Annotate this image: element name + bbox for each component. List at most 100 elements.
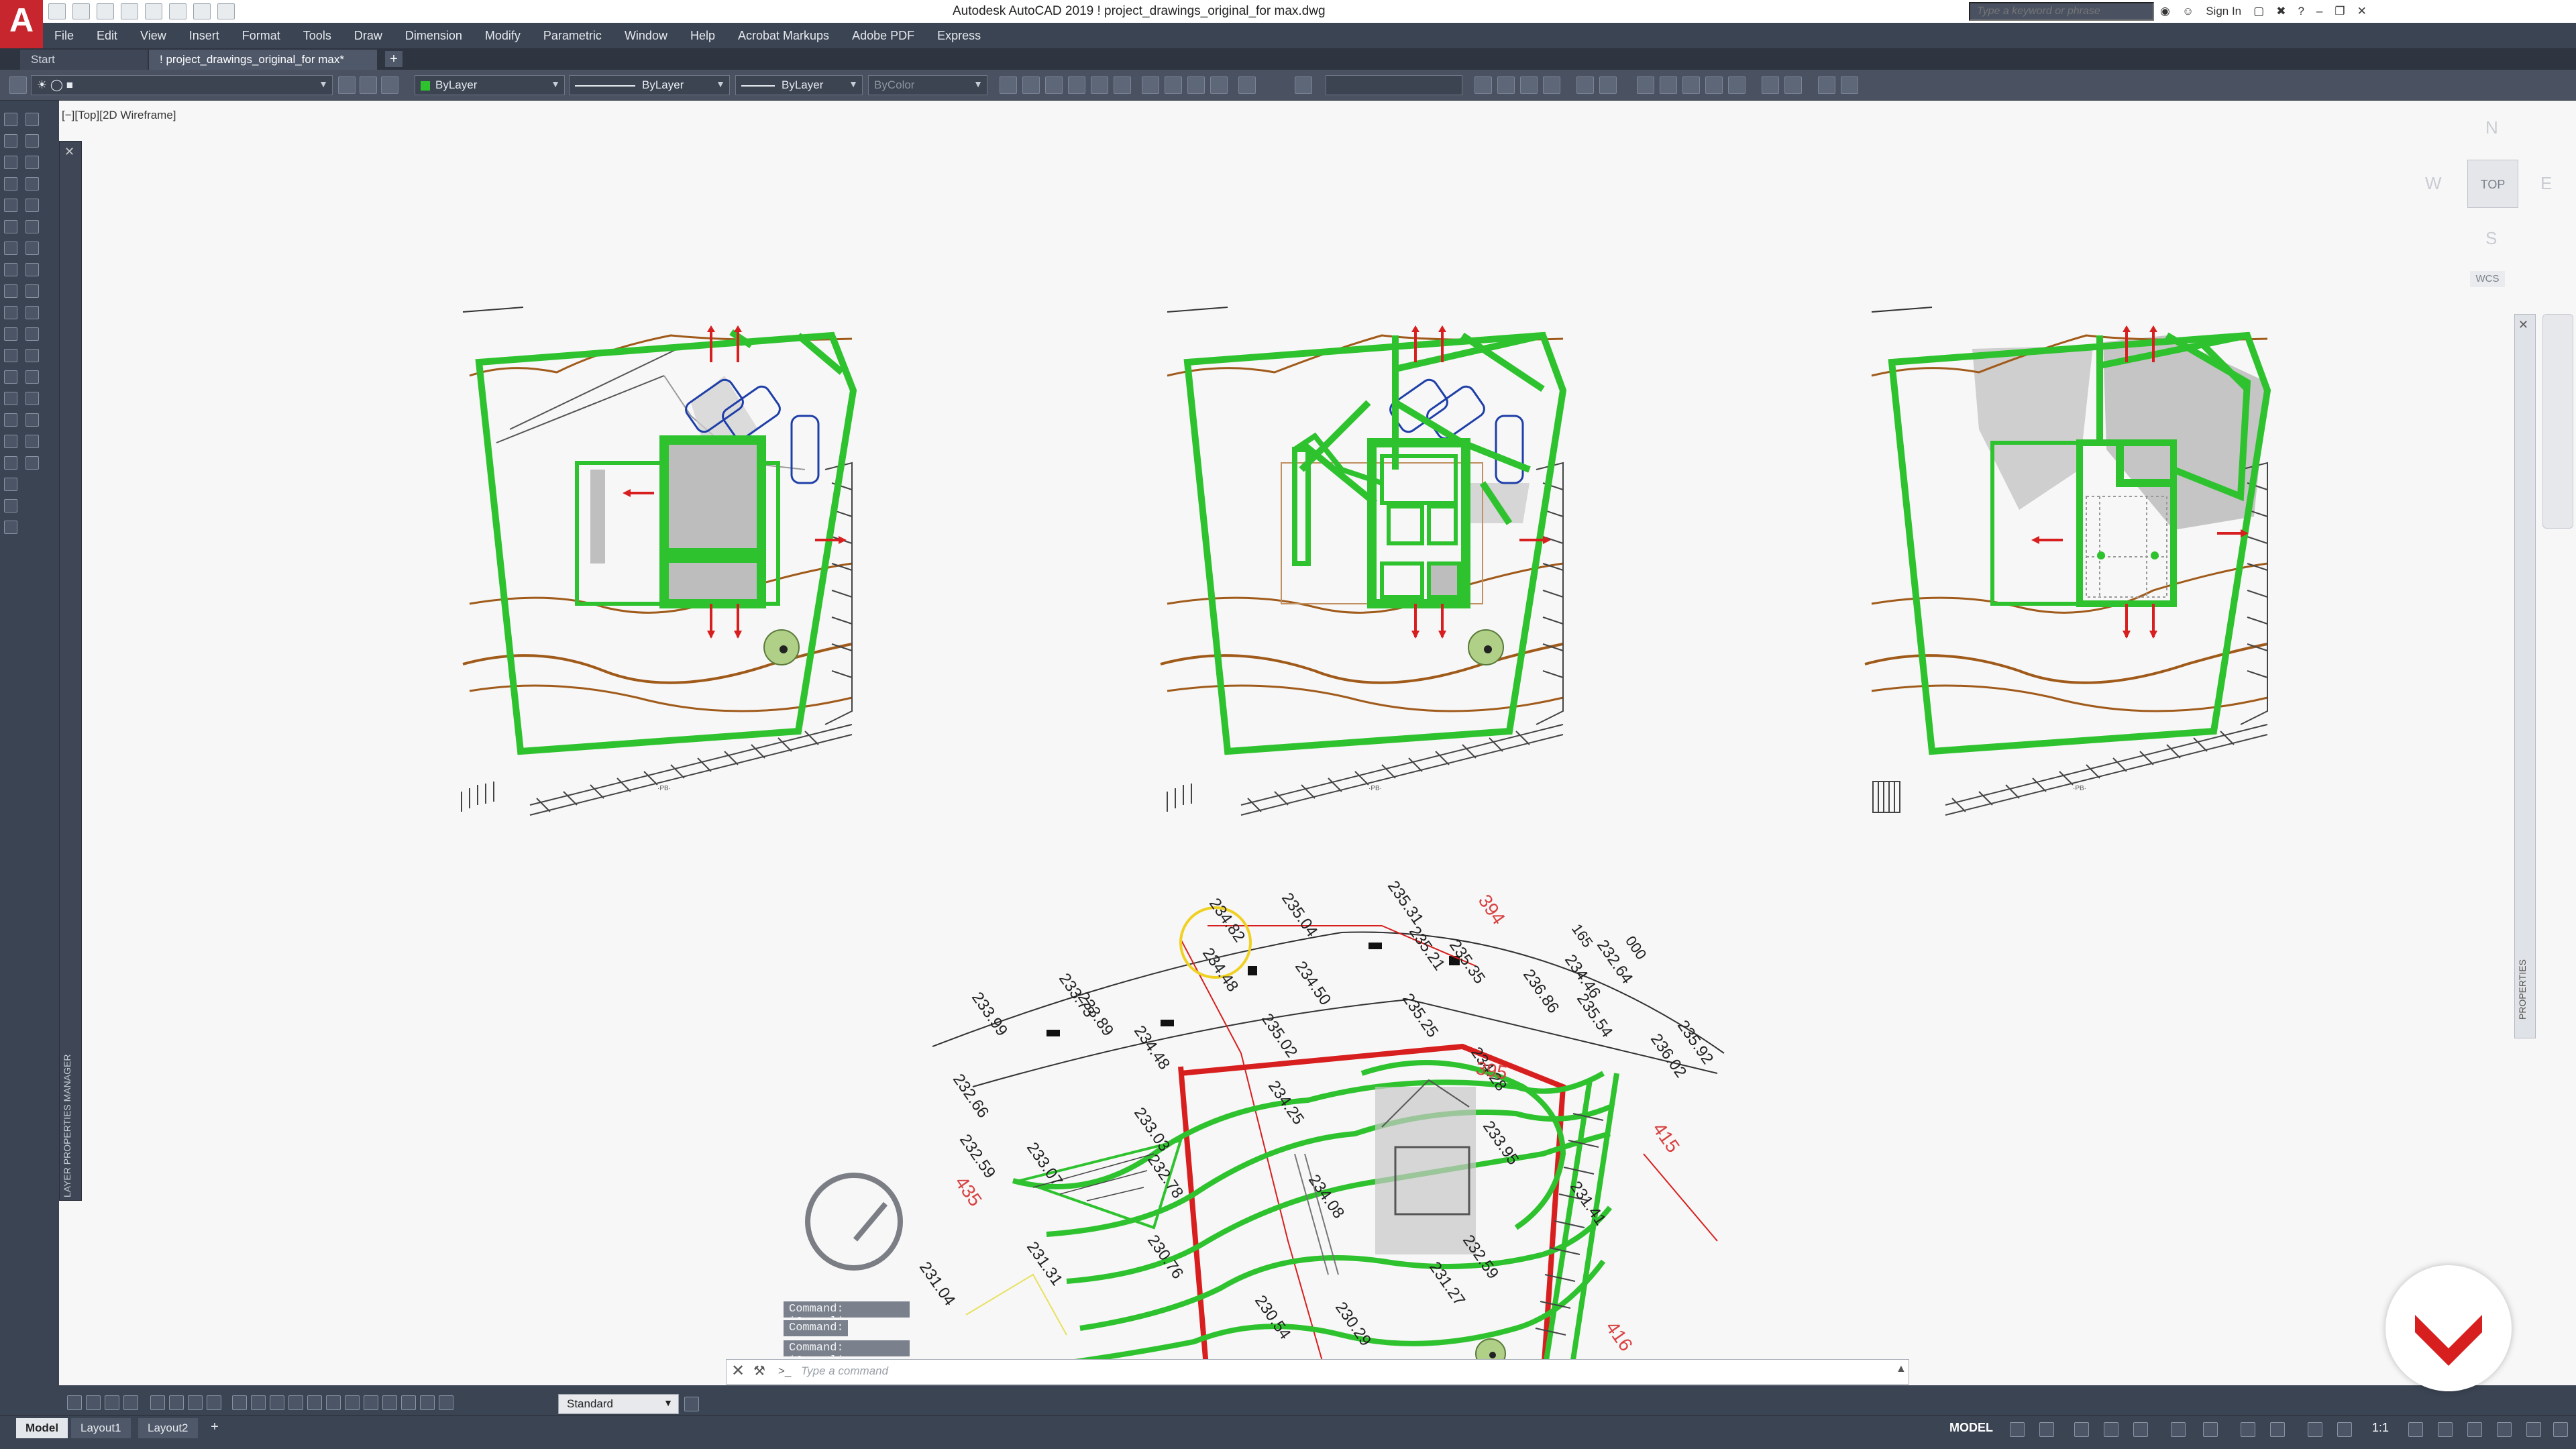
add-icon[interactable] [2438,1422,2453,1437]
polar-icon[interactable] [2104,1422,2118,1437]
quick-dimension-icon[interactable] [232,1395,247,1410]
align-icon[interactable] [1543,76,1560,94]
restore-icon[interactable]: ❐ [2334,5,2345,18]
menu-draw[interactable]: Draw [343,23,394,48]
erase-icon[interactable] [25,113,39,126]
extend-icon[interactable] [25,327,39,341]
arc-length-icon[interactable] [105,1395,119,1410]
chamfer-icon[interactable] [25,392,39,405]
isometric-icon[interactable] [2133,1422,2148,1437]
linear-dimension-icon[interactable] [67,1395,82,1410]
object-snap-tracking-icon[interactable] [2171,1422,2186,1437]
make-current-icon[interactable] [338,76,356,94]
jogged-icon[interactable] [169,1395,184,1410]
move-icon[interactable] [25,220,39,233]
zoom-all-icon[interactable] [1818,76,1835,94]
menu-parametric[interactable]: Parametric [532,23,613,48]
insert-block-icon[interactable] [4,349,17,362]
save-as-icon[interactable] [121,3,138,19]
linetype-dropdown[interactable]: ByLayer ▼ [569,75,730,95]
align-icon[interactable] [1599,76,1617,94]
offset-icon[interactable] [25,177,39,191]
auto-scale-icon[interactable] [2337,1422,2352,1437]
menu-window[interactable]: Window [613,23,679,48]
dimension-style-icon[interactable] [684,1397,699,1411]
table-icon[interactable] [4,478,17,491]
explode-icon[interactable] [25,456,39,470]
navigation-bar[interactable] [2542,314,2573,529]
menu-modify[interactable]: Modify [474,23,532,48]
new-icon[interactable] [48,3,66,19]
grid-icon[interactable] [2010,1422,2025,1437]
region-icon[interactable] [4,456,17,470]
sign-in-link[interactable]: Sign In [2206,5,2241,18]
add-layout-button[interactable]: + [205,1418,224,1438]
baseline-icon[interactable] [251,1395,266,1410]
revision-cloud-icon[interactable] [4,263,17,276]
color-dropdown[interactable]: ByLayer ▼ [415,75,565,95]
tab-model[interactable]: Model [16,1418,68,1438]
plot-icon[interactable] [169,3,186,19]
menu-tools[interactable]: Tools [292,23,343,48]
hardware-acceleration-icon[interactable] [2467,1422,2482,1437]
text-style-dropdown[interactable]: Standard ▼ [558,1394,679,1414]
dimension-text-edit-icon[interactable] [420,1395,435,1410]
ellipse-icon[interactable] [4,306,17,319]
close-icon[interactable]: ✕ [2357,5,2367,18]
menu-insert[interactable]: Insert [178,23,231,48]
undo-icon[interactable] [193,3,211,19]
publish-icon[interactable] [145,3,162,19]
plotstyle-dropdown[interactable]: ByColor ▼ [868,75,987,95]
new-tab-button[interactable]: + [385,51,402,67]
menu-express[interactable]: Express [926,23,992,48]
isolate-objects-icon[interactable] [2497,1422,2512,1437]
space-icon[interactable] [288,1395,303,1410]
tab-drawing[interactable]: ! project_drawings_original_for max* [149,50,377,70]
trim-icon[interactable] [25,306,39,319]
annotation-visibility-icon[interactable] [2308,1422,2322,1437]
tab-layout2[interactable]: Layout2 [138,1418,198,1438]
multiline-text-icon[interactable] [4,499,17,513]
continue-icon[interactable] [270,1395,284,1410]
named-view-dropdown[interactable] [1326,75,1462,95]
make-block-icon[interactable] [4,370,17,384]
command-input[interactable] [801,1362,1874,1381]
user-icon[interactable]: ☺ [2182,5,2194,18]
orbit-icon[interactable] [1165,76,1182,94]
gear-icon[interactable] [2408,1422,2423,1437]
transparency-icon[interactable] [2270,1422,2285,1437]
snap-icon[interactable] [2039,1422,2054,1437]
stretch-icon[interactable] [25,284,39,298]
layer-state-icon[interactable] [381,76,398,94]
break-icon[interactable] [25,349,39,362]
viewcube-top-face[interactable]: TOP [2467,160,2518,208]
break-icon[interactable] [307,1395,322,1410]
polygon-icon[interactable] [4,177,17,191]
jogged-linear-icon[interactable] [382,1395,397,1410]
copy-icon[interactable] [25,134,39,148]
model-space-button[interactable]: MODEL [1949,1421,1993,1435]
menu-file[interactable]: File [43,23,85,48]
viewport-controls-label[interactable]: [−][Top][2D Wireframe] [62,109,176,122]
center-mark-icon[interactable] [345,1395,360,1410]
chevron-up-icon[interactable]: ▲ [1896,1363,1907,1375]
view-tool-icon[interactable] [1045,76,1063,94]
clean-screen-icon[interactable] [2526,1422,2541,1437]
ordinate-icon[interactable] [123,1395,138,1410]
viewcube-east[interactable]: E [2540,173,2552,194]
dimension-edit-icon[interactable] [401,1395,416,1410]
polyline-icon[interactable] [4,156,17,169]
scale-icon[interactable] [25,263,39,276]
tab-start[interactable]: Start [20,50,148,70]
exchange-icon[interactable]: ✖ [2276,5,2286,18]
annotation-scale[interactable]: 1:1 [2372,1421,2389,1435]
help-search-input[interactable] [1969,2,2154,21]
orbit-icon[interactable] [1142,76,1159,94]
orbit-icon[interactable] [1187,76,1205,94]
align-icon[interactable] [1497,76,1515,94]
lineweight-icon[interactable] [2241,1422,2255,1437]
hatch-icon[interactable] [4,413,17,427]
inspect-icon[interactable] [364,1395,378,1410]
help-icon[interactable]: ? [2298,5,2304,18]
radius-icon[interactable] [150,1395,165,1410]
